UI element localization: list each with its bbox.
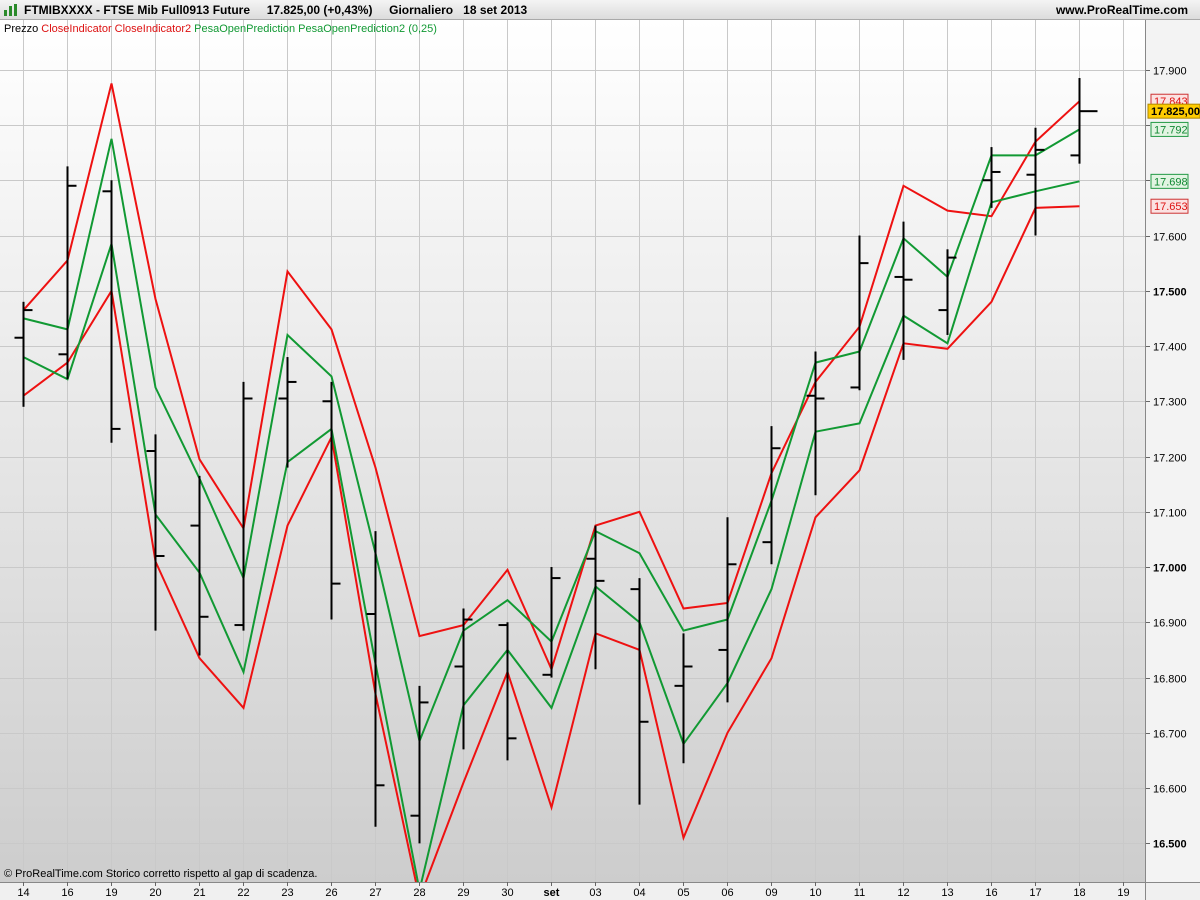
x-tick-label: 03 — [589, 887, 601, 899]
x-tick-label: 26 — [325, 887, 337, 899]
y-tick-label: 17.100 — [1153, 508, 1187, 520]
legend-item: PesaOpenPrediction2 — [298, 23, 409, 35]
price-tag-label: 17.792 — [1154, 124, 1188, 136]
x-tick-label: 21 — [193, 887, 205, 899]
x-tick-label: 16 — [61, 887, 73, 899]
x-tick-label: 19 — [105, 887, 117, 899]
x-tick-label: 10 — [809, 887, 821, 899]
x-tick-label: 12 — [897, 887, 909, 899]
legend-item: Prezzo — [4, 23, 42, 35]
x-tick-label: 27 — [369, 887, 381, 899]
x-tick-label: 05 — [677, 887, 689, 899]
y-tick-label: 16.600 — [1153, 784, 1187, 796]
price-tag-label: 17.698 — [1154, 176, 1188, 188]
y-tick-label: 17.900 — [1153, 66, 1187, 78]
footer-note: © ProRealTime.com Storico corretto rispe… — [4, 868, 318, 880]
x-tick-label: 16 — [985, 887, 997, 899]
price-chart[interactable]: 17.90017.80017.70017.60017.50017.40017.3… — [0, 0, 1200, 900]
price-tag-label: 17.653 — [1154, 201, 1188, 213]
plot-area — [0, 20, 1145, 882]
x-tick-label: 23 — [281, 887, 293, 899]
x-tick-label: 20 — [149, 887, 161, 899]
x-tick-label: 29 — [457, 887, 469, 899]
x-tick-label: 19 — [1117, 887, 1129, 899]
x-tick-label: set — [544, 887, 560, 899]
x-tick-label: 11 — [854, 887, 865, 899]
y-tick-label: 17.000 — [1153, 563, 1187, 575]
y-tick-label: 17.600 — [1153, 232, 1187, 244]
legend-item: (0,25) — [408, 23, 437, 35]
x-tick-label: 30 — [501, 887, 513, 899]
price-axis-area — [1145, 20, 1200, 882]
x-tick-label: 17 — [1029, 887, 1041, 899]
y-tick-label: 16.900 — [1153, 618, 1187, 630]
price-tag-label: 17.825,00 — [1151, 106, 1200, 118]
legend-item: CloseIndicator2 — [114, 23, 195, 35]
y-tick-label: 16.500 — [1153, 839, 1187, 851]
y-tick-label: 17.300 — [1153, 397, 1187, 409]
legend-item: PesaOpenPrediction — [194, 23, 299, 35]
y-tick-label: 17.400 — [1153, 342, 1187, 354]
x-tick-label: 06 — [721, 887, 733, 899]
legend-item: CloseIndicator — [41, 23, 115, 35]
x-tick-label: 18 — [1073, 887, 1085, 899]
y-tick-label: 16.700 — [1153, 729, 1187, 741]
x-tick-label: 22 — [237, 887, 249, 899]
x-tick-label: 14 — [17, 887, 29, 899]
y-tick-label: 16.800 — [1153, 674, 1187, 686]
x-tick-label: 09 — [765, 887, 777, 899]
x-tick-label: 28 — [413, 887, 425, 899]
x-tick-label: 04 — [633, 887, 645, 899]
y-tick-label: 17.500 — [1153, 287, 1187, 299]
x-tick-label: 13 — [941, 887, 953, 899]
y-tick-label: 17.200 — [1153, 453, 1187, 465]
indicator-legend: Prezzo CloseIndicator CloseIndicator2 Pe… — [4, 23, 437, 35]
